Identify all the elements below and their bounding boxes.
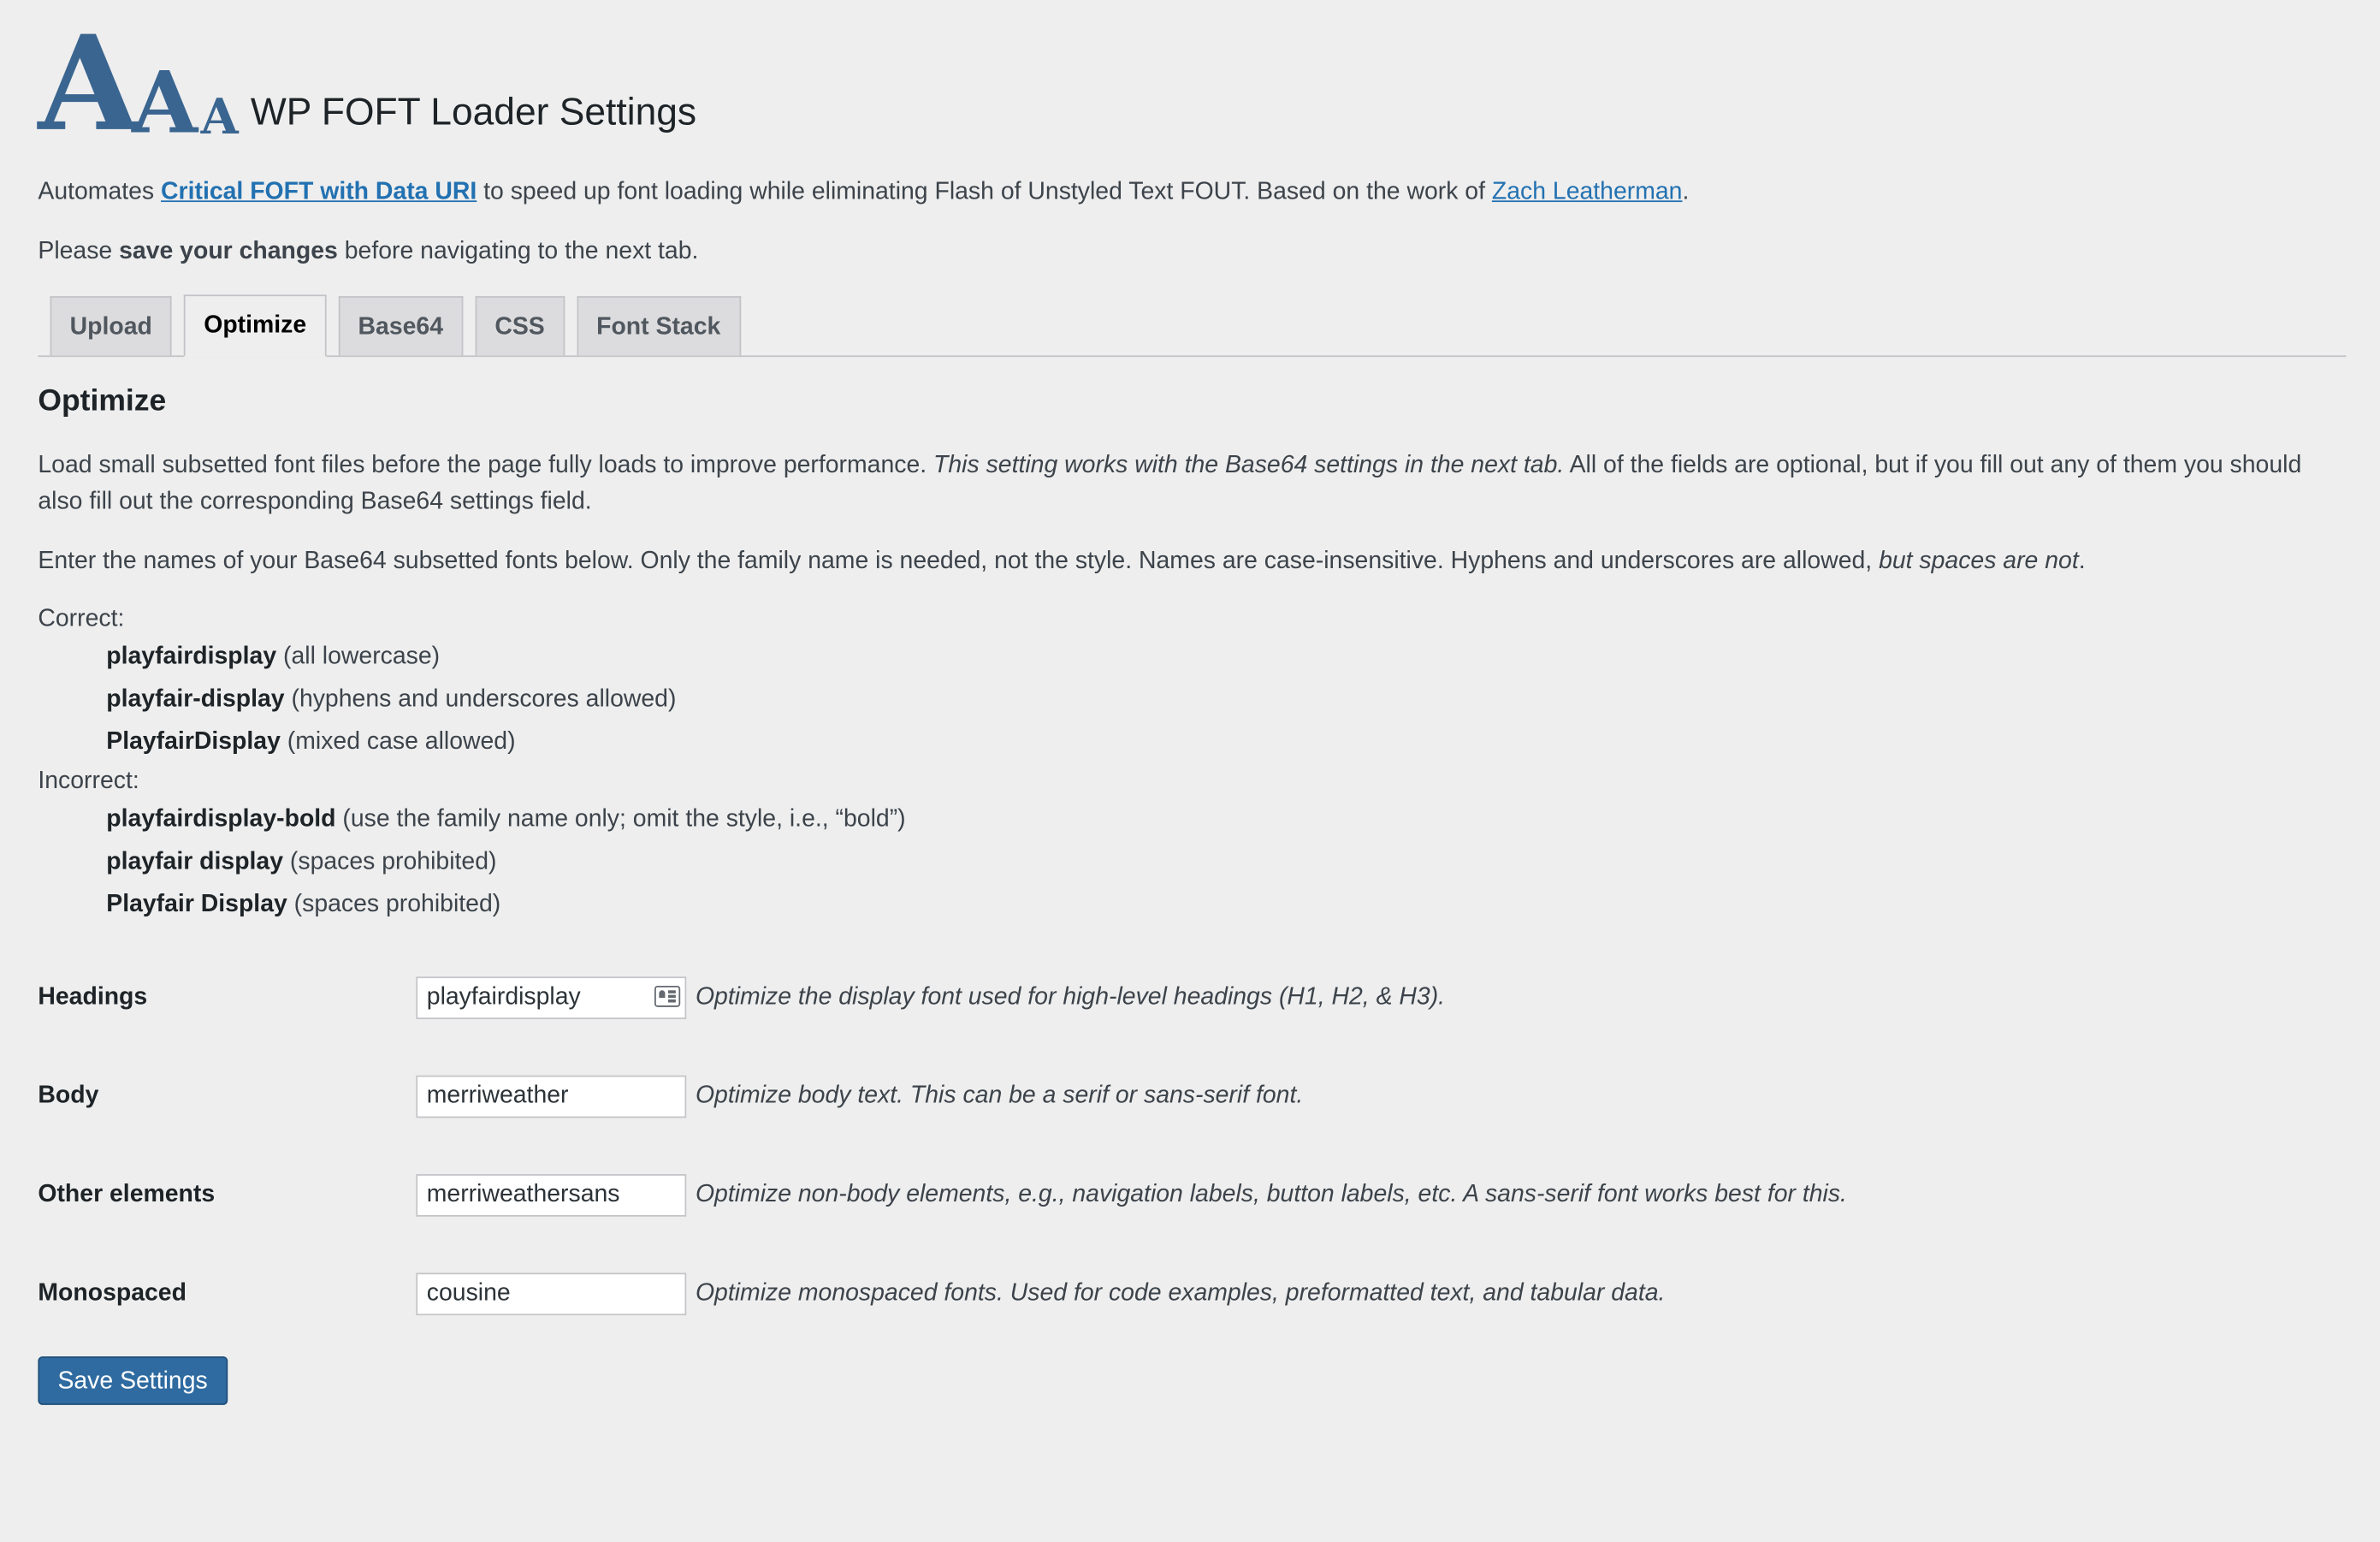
instructions-part: . bbox=[2078, 548, 2086, 574]
example-note: (hyphens and underscores allowed) bbox=[284, 685, 677, 713]
section-heading: Optimize bbox=[38, 383, 167, 418]
other-elements-label: Other elements bbox=[38, 1181, 216, 1207]
example-note: (mixed case allowed) bbox=[280, 728, 516, 755]
monospaced-label: Monospaced bbox=[38, 1279, 186, 1307]
logo-letter-large: A bbox=[38, 7, 139, 162]
field-row-monospaced: Monospaced cousine Optimize monospaced f… bbox=[38, 1271, 2346, 1316]
save-notice-part: before navigating to the next tab. bbox=[337, 238, 699, 264]
tab-css[interactable]: CSS bbox=[475, 295, 565, 355]
example-name: PlayfairDisplay bbox=[106, 728, 281, 755]
example-item: playfairdisplay-bold (use the family nam… bbox=[38, 798, 2346, 841]
contact-card-icon[interactable] bbox=[654, 985, 681, 1007]
section-description: Load small subsetted font files before t… bbox=[38, 448, 2346, 520]
example-note: (spaces prohibited) bbox=[287, 891, 501, 917]
plugin-logo: A A A bbox=[38, 7, 239, 162]
example-name: playfair display bbox=[106, 848, 284, 875]
field-row-other-elements: Other elements merriweathersans Optimize… bbox=[38, 1172, 2346, 1218]
other-elements-help: Optimize non-body elements, e.g., naviga… bbox=[695, 1181, 1847, 1207]
save-notice: Please save your changes before navigati… bbox=[38, 234, 2346, 270]
critical-foft-link[interactable]: Critical FOFT with Data URI bbox=[161, 179, 477, 205]
other-elements-input-value: merriweathersans bbox=[426, 1181, 620, 1207]
intro-text-part: to speed up font loading while eliminati… bbox=[477, 179, 1492, 205]
intro-text-part: Automates bbox=[38, 179, 162, 205]
monospaced-input-value: cousine bbox=[426, 1279, 511, 1307]
headings-input-value: playfairdisplay bbox=[426, 983, 581, 1011]
example-item: playfair display (spaces prohibited) bbox=[38, 841, 2346, 884]
zach-leatherman-link[interactable]: Zach Leatherman bbox=[1492, 179, 1683, 205]
field-row-headings: Headings playfairdisplay Optimize the di… bbox=[38, 975, 2346, 1020]
example-item: playfair-display (hyphens and underscore… bbox=[38, 679, 2346, 721]
instructions-part: Enter the names of your Base64 subsetted… bbox=[38, 548, 1880, 574]
page-title: WP FOFT Loader Settings bbox=[250, 91, 697, 133]
headings-help: Optimize the display font used for high-… bbox=[695, 983, 1446, 1011]
other-elements-input[interactable]: merriweathersans bbox=[416, 1173, 687, 1217]
incorrect-label: Incorrect: bbox=[38, 768, 139, 794]
example-name: Playfair Display bbox=[106, 891, 287, 917]
example-name: playfairdisplay-bold bbox=[106, 806, 336, 833]
tab-font-stack[interactable]: Font Stack bbox=[577, 295, 741, 355]
logo-letter-small: A bbox=[200, 88, 239, 146]
example-note: (use the family name only; omit the styl… bbox=[335, 806, 906, 833]
monospaced-input[interactable]: cousine bbox=[416, 1272, 687, 1315]
tab-optimize[interactable]: Optimize bbox=[184, 294, 327, 357]
description-part: Load small subsetted font files before t… bbox=[38, 452, 934, 478]
body-input[interactable]: merriweather bbox=[416, 1075, 687, 1118]
intro-text-part: . bbox=[1682, 179, 1690, 205]
naming-examples: Correct: playfairdisplay (all lowercase)… bbox=[38, 602, 2346, 927]
example-item: playfairdisplay (all lowercase) bbox=[38, 636, 2346, 679]
save-notice-part: Please bbox=[38, 238, 120, 264]
field-row-body: Body merriweather Optimize body text. Th… bbox=[38, 1074, 2346, 1119]
naming-instructions: Enter the names of your Base64 subsetted… bbox=[38, 543, 2346, 580]
tab-upload[interactable]: Upload bbox=[50, 295, 172, 355]
body-input-value: merriweather bbox=[426, 1082, 569, 1109]
example-name: playfairdisplay bbox=[106, 643, 277, 670]
monospaced-help: Optimize monospaced fonts. Used for code… bbox=[695, 1279, 1666, 1307]
headings-input[interactable]: playfairdisplay bbox=[416, 976, 687, 1019]
page-header: A A A WP FOFT Loader Settings bbox=[38, 0, 2346, 162]
example-item: Playfair Display (spaces prohibited) bbox=[38, 884, 2346, 927]
save-notice-emphasis: save your changes bbox=[119, 238, 338, 264]
correct-label: Correct: bbox=[38, 605, 125, 632]
settings-page: A A A WP FOFT Loader Settings Automates … bbox=[0, 0, 2380, 1542]
save-settings-button[interactable]: Save Settings bbox=[38, 1355, 228, 1405]
tab-base64[interactable]: Base64 bbox=[338, 295, 464, 355]
settings-tabs: Upload Optimize Base64 CSS Font Stack bbox=[38, 294, 2347, 357]
body-label: Body bbox=[38, 1082, 99, 1109]
logo-letter-medium: A bbox=[131, 53, 198, 154]
intro-text: Automates Critical FOFT with Data URI to… bbox=[38, 175, 2346, 211]
description-emphasis: This setting works with the Base64 setti… bbox=[933, 452, 1565, 478]
example-item: PlayfairDisplay (mixed case allowed) bbox=[38, 721, 2346, 764]
example-note: (spaces prohibited) bbox=[283, 848, 497, 875]
headings-label: Headings bbox=[38, 983, 148, 1011]
instructions-emphasis: but spaces are not bbox=[1879, 548, 2079, 574]
example-note: (all lowercase) bbox=[276, 643, 441, 670]
example-name: playfair-display bbox=[106, 685, 285, 713]
body-help: Optimize body text. This can be a serif … bbox=[695, 1082, 1304, 1109]
